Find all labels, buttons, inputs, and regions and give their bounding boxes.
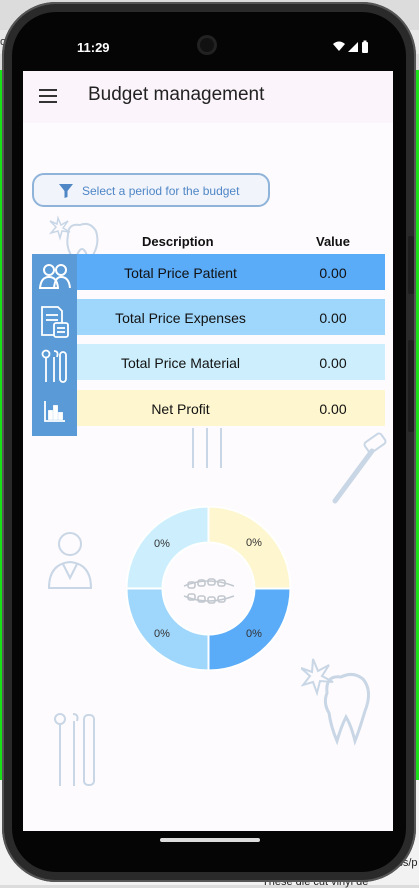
status-bar: 11:29 [23, 30, 393, 66]
dental-tools-icon [32, 344, 77, 389]
select-period-label: Select a period for the budget [82, 184, 240, 198]
budget-donut-chart [126, 506, 291, 671]
patients-icon [32, 254, 77, 299]
row-value: 0.00 [319, 401, 347, 417]
slice-label: 0% [246, 628, 262, 640]
row-label: Total Price Material [120, 355, 241, 371]
status-time: 11:29 [77, 40, 110, 55]
braces-teeth-icon [183, 578, 235, 604]
toothbrush-decoration-icon [332, 432, 387, 504]
row-value: 0.00 [319, 265, 347, 281]
status-icons [333, 40, 368, 53]
column-header-value: Value [316, 234, 350, 249]
dental-tools-decoration-icon [54, 713, 95, 786]
row-label: Total Price Patient [124, 265, 237, 281]
row-value: 0.00 [319, 310, 347, 326]
app-bar: Budget management [23, 71, 393, 123]
gesture-navigation-bar[interactable] [160, 838, 260, 842]
front-camera [200, 38, 214, 52]
slice-label: 0% [154, 538, 170, 550]
category-icon-column [32, 254, 77, 436]
select-period-button[interactable]: Select a period for the budget [32, 173, 270, 207]
row-label: Total Price Expenses [115, 310, 246, 326]
table-row-total-price-material: Total Price Material 0.00 [77, 344, 385, 380]
row-label: Net Profit [151, 401, 210, 417]
doctor-decoration-icon [47, 532, 93, 589]
tools-decoration-icon [192, 428, 222, 468]
page-title: Budget management [88, 84, 265, 105]
filter-icon [59, 184, 73, 198]
column-header-description: Description [142, 234, 214, 249]
slice-label: 0% [154, 628, 170, 640]
wifi-icon [333, 41, 345, 51]
chart-icon [32, 389, 77, 434]
signal-icon [348, 42, 358, 52]
expenses-invoice-icon [32, 299, 77, 344]
table-row-total-price-expenses: Total Price Expenses 0.00 [77, 299, 385, 335]
tooth-decoration-icon [301, 658, 370, 746]
table-row-net-profit: Net Profit 0.00 [77, 390, 385, 426]
row-value: 0.00 [319, 355, 347, 371]
phone-side-button [408, 236, 414, 294]
phone-side-button [408, 340, 414, 432]
slice-label: 0% [246, 537, 262, 549]
app-screen: Budget management Select a period for th… [23, 71, 393, 831]
hamburger-menu-icon[interactable] [39, 89, 57, 103]
table-row-total-price-patient: Total Price Patient 0.00 [77, 254, 385, 290]
battery-icon [362, 40, 368, 53]
